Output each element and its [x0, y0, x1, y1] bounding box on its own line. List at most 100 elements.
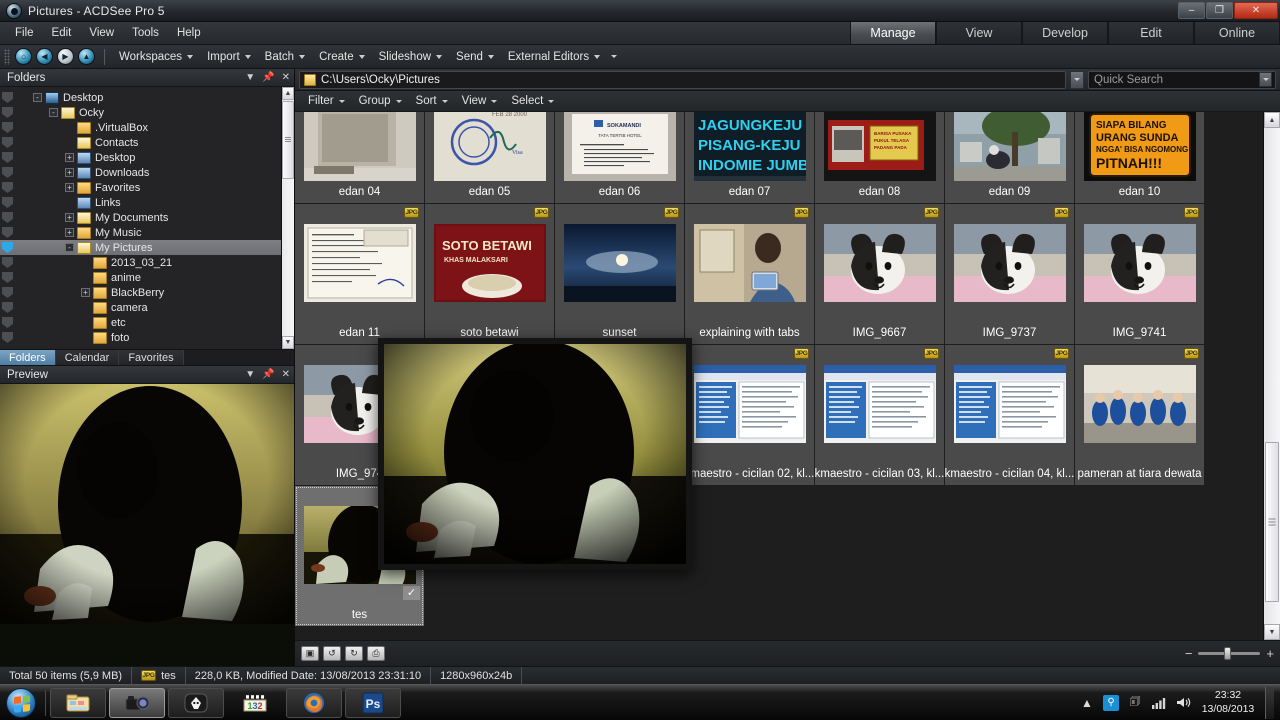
tab-folders[interactable]: Folders	[0, 350, 56, 365]
thumbnail-cell[interactable]: SOKAMANDI TATA TERTIB HOTEL edan 06	[555, 112, 684, 203]
taskbar-explorer-button[interactable]	[50, 687, 106, 718]
folder-flag-icon[interactable]	[2, 152, 13, 163]
folder-tree-row[interactable]: .VirtualBox	[0, 120, 281, 135]
folder-tree[interactable]: - Desktop - Ocky .VirtualBox Contacts + Desktop…	[0, 87, 281, 349]
folder-tree-row[interactable]: - My Pictures	[0, 240, 281, 255]
thumbnail-cell[interactable]: edan 04	[295, 112, 424, 203]
tab-view[interactable]: View	[936, 21, 1022, 44]
collapse-icon[interactable]: -	[65, 243, 74, 252]
tab-develop[interactable]: Develop	[1022, 21, 1108, 44]
selected-check-icon[interactable]: ✓	[403, 586, 420, 600]
folder-flag-icon[interactable]	[2, 242, 13, 253]
toolbar-overflow-button[interactable]	[607, 52, 621, 61]
folder-flag-icon[interactable]	[2, 122, 13, 133]
tab-manage[interactable]: Manage	[850, 21, 936, 44]
tab-online[interactable]: Online	[1194, 21, 1280, 44]
signal-icon[interactable]	[1151, 695, 1167, 711]
zoom-slider-track[interactable]	[1198, 647, 1261, 660]
taskbar-photoshop-button[interactable]: Ps	[345, 687, 401, 718]
folder-tree-row[interactable]: anime	[0, 270, 281, 285]
expand-icon[interactable]: +	[65, 153, 74, 162]
folder-tree-row[interactable]: + My Documents	[0, 210, 281, 225]
folder-tree-row[interactable]: - Ocky	[0, 105, 281, 120]
path-dropdown-button[interactable]	[1070, 70, 1084, 89]
folder-flag-icon[interactable]	[2, 227, 13, 238]
taskbar-acdsee-button[interactable]	[109, 687, 165, 718]
thumbnail-cell[interactable]: JPG pameran at tiara dewata	[1075, 345, 1204, 485]
thumbnail-cell[interactable]: SIAPA BILANG URANG SUNDA NGGA' BISA NGOMON…	[1075, 112, 1204, 203]
thumbnail-cell[interactable]: JPG sunset	[555, 204, 684, 344]
zoom-slider-handle[interactable]	[1224, 647, 1232, 660]
back-icon[interactable]: ◀	[36, 48, 53, 65]
thumbnail-cell[interactable]: JPG kmaestro - cicilan 03, kl...	[815, 345, 944, 485]
show-hidden-icons-button[interactable]: ▲	[1079, 695, 1095, 711]
folder-flag-icon[interactable]	[2, 107, 13, 118]
collapse-icon[interactable]: -	[49, 108, 58, 117]
group-menu[interactable]: Group	[352, 92, 409, 110]
dropdown-icon[interactable]: ▼	[245, 72, 255, 83]
scrollbar-thumb[interactable]	[282, 101, 294, 179]
close-icon[interactable]: ✕	[282, 72, 290, 83]
thumbnail-cell[interactable]: JPG kmaestro - cicilan 02, kl...	[685, 345, 814, 485]
folder-tree-row[interactable]: Contacts	[0, 135, 281, 150]
expand-icon[interactable]: +	[65, 183, 74, 192]
zoom-out-icon[interactable]: −	[1185, 647, 1193, 660]
folder-tree-row[interactable]: 2013_03_21	[0, 255, 281, 270]
folder-flag-icon[interactable]	[2, 92, 13, 103]
home-icon[interactable]: ⌂	[15, 48, 32, 65]
close-button[interactable]: ✕	[1234, 2, 1278, 19]
thumbnail-scrollbar[interactable]: ▲ ▼	[1263, 112, 1280, 640]
search-input[interactable]	[1094, 73, 1259, 86]
quick-search-box[interactable]	[1088, 70, 1276, 89]
folder-tree-row[interactable]: + My Music	[0, 225, 281, 240]
folder-flag-icon[interactable]	[2, 167, 13, 178]
folder-flag-icon[interactable]	[2, 257, 13, 268]
collapse-icon[interactable]: -	[33, 93, 42, 102]
network-icon[interactable]: ⚲	[1103, 694, 1119, 711]
folder-tree-row[interactable]: + Favorites	[0, 180, 281, 195]
menu-edit[interactable]: Edit	[43, 24, 81, 42]
thumbnail-cell[interactable]: JPG IMG_9667	[815, 204, 944, 344]
maximize-button[interactable]: ❐	[1206, 2, 1233, 19]
menu-tools[interactable]: Tools	[123, 24, 168, 42]
scrollbar-thumb[interactable]	[1265, 442, 1279, 602]
show-desktop-button[interactable]	[1265, 686, 1274, 719]
folder-tree-scrollbar[interactable]: ▲ ▼	[281, 87, 294, 349]
pin-icon[interactable]: 📌	[262, 72, 274, 83]
folder-flag-icon[interactable]	[2, 317, 13, 328]
thumbnail-cell[interactable]: JPG kmaestro - cicilan 04, kl...	[945, 345, 1074, 485]
zoom-in-icon[interactable]: +	[1266, 647, 1274, 660]
tab-calendar[interactable]: Calendar	[55, 350, 120, 365]
folder-tree-row[interactable]: camera	[0, 300, 281, 315]
slideshow-menu[interactable]: Slideshow	[372, 48, 449, 66]
scroll-down-icon[interactable]: ▼	[282, 336, 294, 349]
minimize-button[interactable]: –	[1178, 2, 1205, 19]
thumbnail-cell[interactable]: JAGUNGKEJU PISANG-KEJU INDOMIE JUMBO edan 0…	[685, 112, 814, 203]
folder-flag-icon[interactable]	[2, 272, 13, 283]
scroll-up-icon[interactable]: ▲	[282, 87, 294, 100]
thumbnail-cell[interactable]: JPG edan 11	[295, 204, 424, 344]
taskbar-klite-button[interactable]: 3 2 1	[227, 688, 283, 718]
taskbar-foobar-button[interactable]	[168, 687, 224, 718]
folder-flag-icon[interactable]	[2, 212, 13, 223]
select-menu[interactable]: Select	[504, 92, 561, 110]
close-icon[interactable]: ✕	[282, 369, 290, 380]
send-menu[interactable]: Send	[449, 48, 501, 66]
thumbnail-cell[interactable]: edan 09	[945, 112, 1074, 203]
view-menu[interactable]: View	[455, 92, 505, 110]
thumbnail-cell[interactable]: BARISA PUSAKA PUKUL TELAGA PADANG PADA edan…	[815, 112, 944, 203]
workspaces-menu[interactable]: Workspaces	[112, 48, 200, 66]
batch-menu[interactable]: Batch	[258, 48, 312, 66]
folder-flag-icon[interactable]	[2, 302, 13, 313]
folder-tree-row[interactable]: - Desktop	[0, 90, 281, 105]
thumbnail-cell[interactable]: JPG IMG_9741	[1075, 204, 1204, 344]
forward-icon[interactable]: ▶	[57, 48, 74, 65]
folder-tree-row[interactable]: foto	[0, 330, 281, 345]
menu-help[interactable]: Help	[168, 24, 210, 42]
folder-flag-icon[interactable]	[2, 287, 13, 298]
dropdown-icon[interactable]: ▼	[245, 369, 255, 380]
expand-icon[interactable]: +	[65, 213, 74, 222]
path-box[interactable]: C:\Users\Ocky\Pictures	[299, 70, 1066, 89]
thumbnail-cell[interactable]: JPG IMG_9737	[945, 204, 1074, 344]
tab-favorites[interactable]: Favorites	[119, 350, 184, 365]
